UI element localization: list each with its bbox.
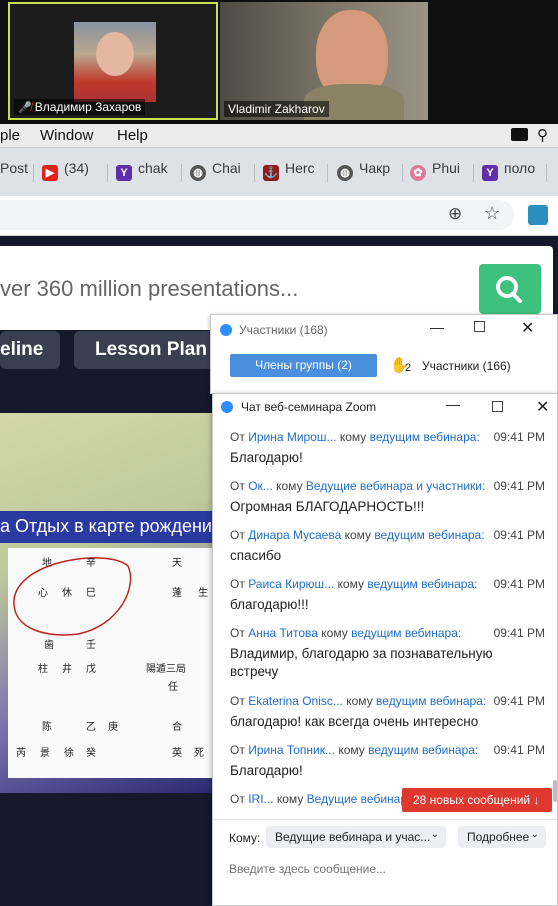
- chat-message: От Анна Титова кому ведущим вебинара: 09:…: [230, 626, 545, 679]
- svg-text:陈: 陈: [42, 720, 52, 733]
- svg-text:歯: 歯: [44, 638, 54, 651]
- maximize-button[interactable]: [474, 321, 485, 332]
- svg-text:巳: 巳: [86, 587, 96, 599]
- tab-polo[interactable]: Yполо: [482, 160, 535, 184]
- svg-text:休: 休: [62, 587, 72, 599]
- chat-message: От Ekaterina Onisc... кому ведущим вебин…: [230, 694, 545, 729]
- tab-panelists[interactable]: Члены группы (2): [230, 354, 377, 377]
- chat-message: От Раиса Кирюш... кому ведущим вебинара:…: [230, 577, 545, 612]
- participant-name-label: 🎤̸ Владимир Захаров: [14, 99, 146, 115]
- brain-icon: ✿: [410, 165, 426, 181]
- chat-message: От Ирина Мирош... кому ведущим вебинара:…: [230, 430, 545, 465]
- svg-text:庚: 庚: [108, 720, 118, 733]
- video-tile-2[interactable]: Vladimir Zakharov: [220, 2, 428, 120]
- chat-footer: Кому: Ведущие вебинара и учас... ⌄ Подроб…: [213, 819, 557, 905]
- bookmark-star-icon[interactable]: ☆: [484, 203, 500, 224]
- tab-chakr[interactable]: ◍ Чакр: [337, 160, 390, 184]
- svg-text:井: 井: [62, 662, 72, 675]
- minimize-button[interactable]: —: [430, 319, 444, 335]
- mic-muted-icon: 🎤̸: [18, 102, 35, 114]
- search-button[interactable]: [479, 264, 541, 314]
- extension-icon[interactable]: [528, 205, 548, 225]
- tab-phui[interactable]: ✿ Phui: [410, 160, 460, 184]
- menu-bar: ple Window Help ⚲: [0, 124, 558, 148]
- chevron-down-icon: ⌄: [430, 829, 439, 840]
- camera-icon[interactable]: [511, 128, 528, 141]
- zoom-logo-icon: [220, 324, 232, 336]
- video-tile-1[interactable]: 🎤̸ Владимир Захаров: [8, 2, 218, 120]
- new-messages-button[interactable]: 28 новых сообщений ↓: [402, 788, 552, 812]
- svg-text:徐: 徐: [64, 746, 74, 759]
- globe-icon: ◍: [190, 165, 206, 181]
- tab-herc[interactable]: ⚓ Herc: [263, 160, 315, 184]
- svg-text:死: 死: [194, 748, 204, 759]
- tab-yahoo[interactable]: Ychak: [116, 160, 168, 184]
- maximize-button[interactable]: [492, 401, 503, 412]
- svg-text:生: 生: [198, 586, 208, 599]
- tab-post[interactable]: Post: [0, 160, 28, 184]
- svg-text:景: 景: [40, 747, 50, 759]
- yahoo-icon: Y: [482, 165, 498, 181]
- video-strip: 🎤̸ Владимир Захаров Vladimir Zakharov: [0, 0, 558, 124]
- svg-text:心: 心: [38, 587, 48, 599]
- close-button[interactable]: ✕: [521, 318, 534, 338]
- message-input[interactable]: [229, 858, 549, 880]
- nav-lesson-plan[interactable]: Lesson Plan: [74, 331, 214, 369]
- chevron-down-icon: ⌄: [530, 829, 539, 840]
- svg-text:芮: 芮: [16, 746, 26, 759]
- menu-item-people[interactable]: ple: [0, 127, 20, 144]
- tab-chai[interactable]: ◍ Chai: [190, 160, 241, 184]
- svg-text:英: 英: [172, 746, 182, 759]
- to-label: Кому:: [229, 831, 261, 845]
- svg-text:合: 合: [172, 720, 182, 733]
- ship-icon: ⚓: [263, 165, 279, 181]
- svg-text:柱: 柱: [38, 662, 48, 675]
- svg-text:戊: 戊: [86, 663, 96, 675]
- svg-text:天: 天: [172, 558, 182, 569]
- raised-hands-count: 2: [405, 362, 412, 374]
- svg-text:地: 地: [42, 556, 52, 569]
- menu-item-window[interactable]: Window: [40, 127, 93, 144]
- zoom-icon[interactable]: ⊕: [448, 204, 462, 224]
- participant-photo: [74, 22, 156, 102]
- participants-title: Участники (168): [239, 323, 328, 337]
- svg-text:陽遁三局: 陽遁三局: [146, 662, 186, 675]
- svg-text:壬: 壬: [86, 639, 96, 651]
- chat-message: От Ирина Топник... кому ведущим вебинара…: [230, 743, 545, 778]
- tab-attendees[interactable]: Участники (166): [422, 359, 511, 373]
- chat-message: От Динара Мусаева кому ведущим вебинара:…: [230, 528, 545, 563]
- tab-youtube[interactable]: ▶ (34): [42, 160, 89, 184]
- globe-icon: ◍: [337, 165, 353, 181]
- link-icon[interactable]: ⚲: [537, 126, 548, 144]
- svg-text:蓬: 蓬: [172, 587, 182, 599]
- participant-name-label: Vladimir Zakharov: [224, 101, 329, 117]
- recipient-select[interactable]: Ведущие вебинара и учас... ⌄: [266, 826, 446, 848]
- chat-title: Чат веб-семинара Zoom: [241, 400, 377, 414]
- close-button[interactable]: ✕: [536, 397, 549, 417]
- menu-item-help[interactable]: Help: [117, 127, 148, 144]
- svg-text:癸: 癸: [86, 746, 96, 759]
- svg-text:任: 任: [168, 680, 178, 693]
- chat-scrollbar[interactable]: [553, 780, 557, 802]
- svg-text:辛: 辛: [86, 556, 96, 569]
- address-bar-row: ⊕ ☆: [0, 196, 558, 236]
- browser-tab-strip: Post ▶ (34) Ychak ◍ Chai ⚓ Herc ◍ Чакр ✿ Phui…: [0, 148, 558, 196]
- slide-title: а Отдых в карте рождени: [0, 511, 212, 543]
- more-options-button[interactable]: Подробнее ⌄: [458, 826, 546, 848]
- search-input[interactable]: ver 360 million presentations...: [0, 276, 298, 302]
- youtube-icon: ▶: [42, 165, 58, 181]
- yahoo-icon: Y: [116, 165, 132, 181]
- zoom-logo-icon: [221, 401, 233, 413]
- bazi-chart-image: 地 辛 天 心 休 巳 蓬 生 歯 壬 柱 井 戊 陽遁三局 任 陈 乙庚 合 芮 景 徐癸 英 死: [8, 548, 212, 778]
- minimize-button[interactable]: —: [446, 396, 460, 412]
- chat-message: От Ок... кому Ведущие вебинара и участни…: [230, 479, 545, 514]
- svg-text:乙: 乙: [86, 721, 96, 733]
- participants-window: Участники (168) — ✕ Члены группы (2) ✋ 2…: [210, 314, 558, 394]
- address-field[interactable]: ⊕ ☆: [0, 200, 514, 230]
- webinar-chat-window: Чат веб-семинара Zoom — ✕ От Ирина Мирош…: [212, 393, 558, 906]
- search-icon: [496, 276, 522, 303]
- nav-timeline[interactable]: eline: [0, 331, 60, 369]
